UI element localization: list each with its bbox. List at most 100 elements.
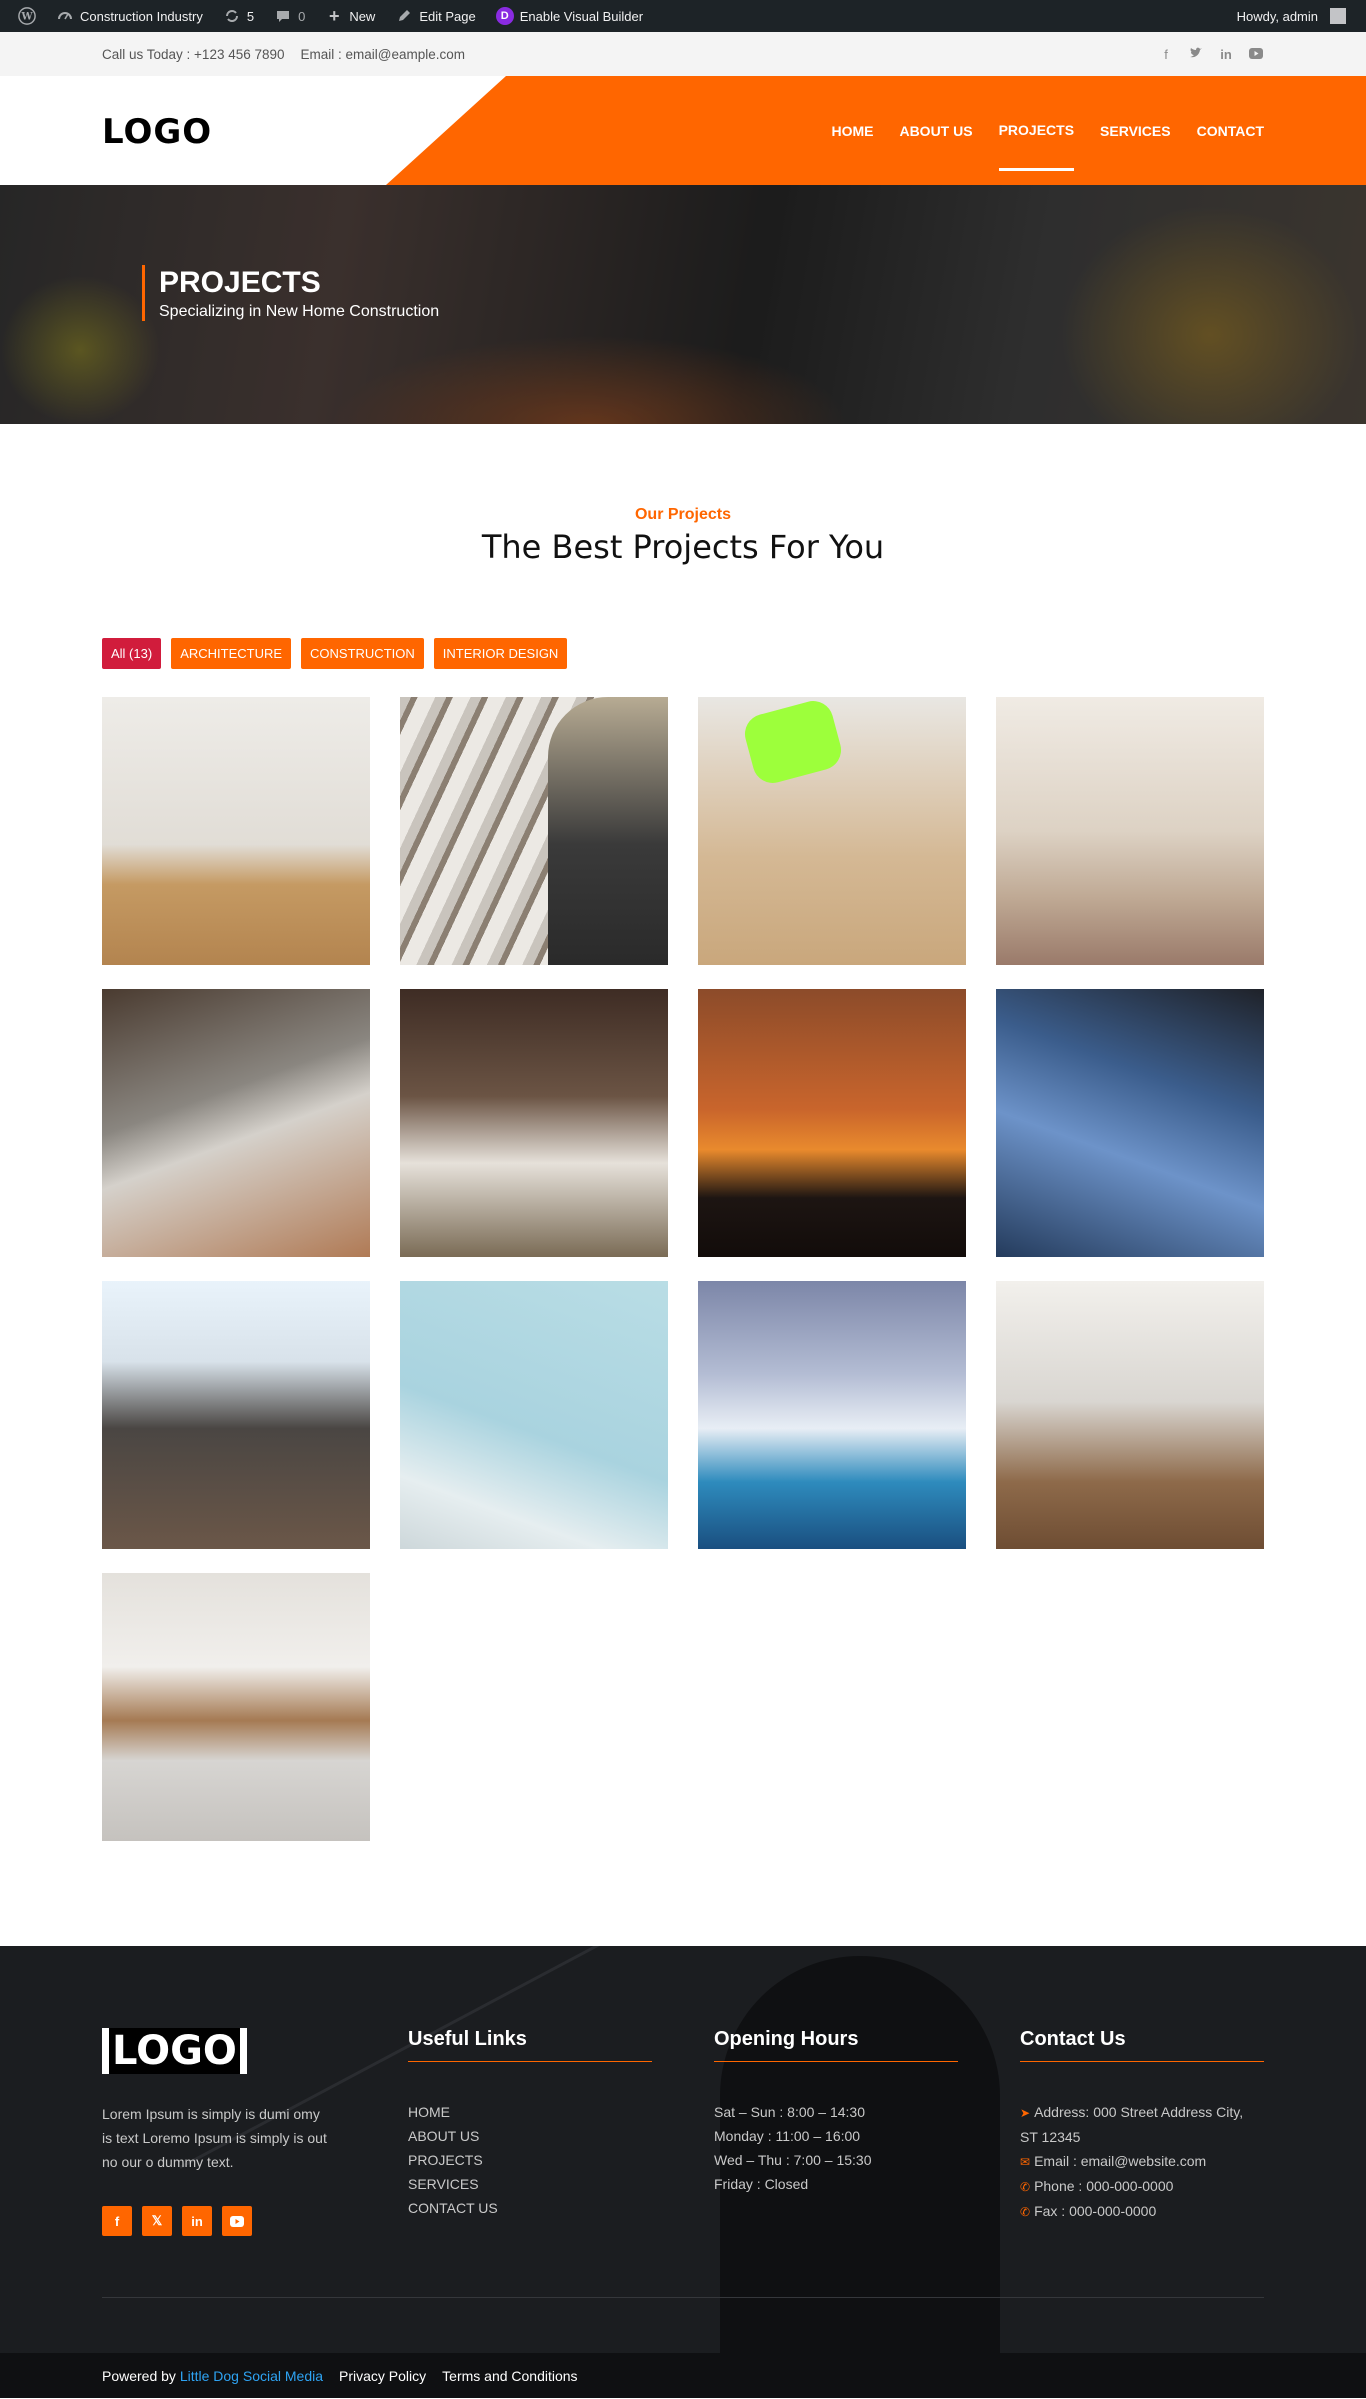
powered-by: Powered by Little Dog Social Media bbox=[102, 2368, 323, 2384]
useful-links-title: Useful Links bbox=[408, 2028, 652, 2062]
nav-about[interactable]: ABOUT US bbox=[899, 76, 972, 185]
filter-architecture[interactable]: ARCHITECTURE bbox=[171, 638, 292, 669]
nav-contact[interactable]: CONTACT bbox=[1197, 76, 1264, 185]
filter-all[interactable]: All (13) bbox=[102, 638, 162, 669]
divi-icon: D bbox=[495, 7, 514, 25]
site-header: LOGO HOME ABOUT US PROJECTS SERVICES CON… bbox=[0, 76, 1366, 185]
main-nav: HOME ABOUT US PROJECTS SERVICES CONTACT bbox=[831, 76, 1264, 185]
dashboard-icon bbox=[56, 7, 74, 25]
hero-title-box: PROJECTS Specializing in New Home Constr… bbox=[142, 265, 439, 321]
filter-construction[interactable]: CONSTRUCTION bbox=[301, 638, 424, 669]
privacy-policy-link[interactable]: Privacy Policy bbox=[339, 2368, 426, 2384]
footer-useful-links: Useful Links HOME ABOUT US PROJECTS SERV… bbox=[408, 2028, 714, 2236]
nav-projects[interactable]: PROJECTS bbox=[998, 76, 1075, 185]
powered-by-link[interactable]: Little Dog Social Media bbox=[180, 2368, 323, 2384]
hours-item: Monday : 11:00 – 16:00 bbox=[714, 2128, 861, 2144]
email-text: Email : email@eample.com bbox=[300, 46, 466, 62]
facebook-icon[interactable]: f bbox=[102, 2206, 132, 2236]
project-tile[interactable] bbox=[102, 1281, 370, 1549]
footer-link-home[interactable]: HOME bbox=[408, 2100, 714, 2124]
footer-link-contact[interactable]: CONTACT US bbox=[408, 2196, 714, 2220]
nav-services[interactable]: SERVICES bbox=[1100, 76, 1171, 185]
footer-link-services[interactable]: SERVICES bbox=[408, 2172, 714, 2196]
project-tile[interactable] bbox=[102, 697, 370, 965]
footer-about-text: Lorem Ipsum is simply is dumi omy is tex… bbox=[102, 2106, 327, 2170]
new-content-menu[interactable]: + New bbox=[315, 0, 385, 32]
contact-title: Contact Us bbox=[1020, 2028, 1264, 2062]
twitter-icon[interactable] bbox=[1188, 47, 1204, 62]
project-tile[interactable] bbox=[996, 697, 1264, 965]
footer-logo-text: LOGO bbox=[109, 2028, 240, 2074]
terms-link[interactable]: Terms and Conditions bbox=[442, 2368, 577, 2384]
greeting: Howdy, admin bbox=[1236, 8, 1318, 24]
hours-item: Wed – Thu : 7:00 – 15:30 bbox=[714, 2152, 872, 2168]
pencil-icon bbox=[395, 7, 413, 25]
contact-email-text: Email : email@website.com bbox=[1034, 2153, 1207, 2169]
project-tile[interactable] bbox=[996, 1281, 1264, 1549]
facebook-icon[interactable]: f bbox=[1158, 47, 1174, 62]
powered-by-prefix: Powered by bbox=[102, 2367, 176, 2384]
comments-menu[interactable]: 0 bbox=[264, 0, 315, 32]
contact-address: ➤ Address: 000 Street Address City, ST 12… bbox=[1020, 2100, 1264, 2149]
contact-email[interactable]: ✉ Email : email@website.com bbox=[1020, 2149, 1264, 2174]
contact-address-text: Address: 000 Street Address City, ST 123… bbox=[1020, 2104, 1244, 2145]
project-tile[interactable] bbox=[102, 989, 370, 1257]
linkedin-icon[interactable]: in bbox=[182, 2206, 212, 2236]
site-footer: LOGO Lorem Ipsum is simply is dumi omy i… bbox=[0, 1946, 1366, 2398]
contact-fax: ✆ Fax : 000-000-0000 bbox=[1020, 2199, 1264, 2224]
page-title: PROJECTS bbox=[159, 266, 321, 299]
project-tile[interactable] bbox=[698, 1281, 966, 1549]
site-name-menu[interactable]: Construction Industry bbox=[46, 0, 213, 32]
updates-icon bbox=[223, 7, 241, 25]
youtube-icon[interactable] bbox=[1248, 47, 1264, 62]
x-twitter-icon[interactable]: 𝕏 bbox=[142, 2206, 172, 2236]
page-subtitle: Specializing in New Home Construction bbox=[159, 303, 440, 320]
wordpress-logo-icon: W bbox=[18, 7, 36, 25]
youtube-icon[interactable] bbox=[222, 2206, 252, 2236]
contact-fax-text: Fax : 000-000-0000 bbox=[1034, 2203, 1157, 2219]
plus-icon: + bbox=[329, 5, 340, 26]
edit-page-link[interactable]: Edit Page bbox=[385, 0, 485, 32]
footer-opening-hours: Opening Hours Sat – Sun : 8:00 – 14:30 M… bbox=[714, 2028, 1020, 2236]
phone-icon: ✆ bbox=[1020, 2205, 1031, 2219]
footer-link-projects[interactable]: PROJECTS bbox=[408, 2148, 714, 2172]
section-eyebrow: Our Projects bbox=[634, 506, 732, 523]
filter-interior-design[interactable]: INTERIOR DESIGN bbox=[433, 638, 568, 669]
footer-bottom-bar: Powered by Little Dog Social Media Priva… bbox=[0, 2353, 1366, 2398]
site-logo[interactable]: LOGO bbox=[102, 112, 212, 152]
project-tile[interactable] bbox=[400, 989, 668, 1257]
footer-link-about[interactable]: ABOUT US bbox=[408, 2124, 714, 2148]
nav-home[interactable]: HOME bbox=[831, 76, 873, 185]
project-grid bbox=[0, 697, 1366, 1841]
project-tile[interactable] bbox=[698, 697, 966, 965]
hero-banner: PROJECTS Specializing in New Home Constr… bbox=[0, 185, 1366, 424]
location-arrow-icon: ➤ bbox=[1020, 2106, 1031, 2120]
project-tile[interactable] bbox=[996, 989, 1264, 1257]
new-label: New bbox=[349, 8, 376, 24]
projects-section-heading: Our Projects The Best Projects For You bbox=[0, 424, 1366, 566]
project-tile[interactable] bbox=[400, 697, 668, 965]
visual-builder-link[interactable]: D Enable Visual Builder bbox=[486, 0, 653, 32]
avatar bbox=[1330, 8, 1346, 24]
project-tile[interactable] bbox=[102, 1573, 370, 1841]
phone-text: Call us Today : +123 456 7890 bbox=[102, 46, 285, 62]
account-menu[interactable]: Howdy, admin bbox=[1227, 0, 1356, 32]
footer-divider bbox=[102, 2297, 1264, 2298]
project-tile[interactable] bbox=[400, 1281, 668, 1549]
updates-menu[interactable]: 5 bbox=[213, 0, 264, 32]
contact-phone-text: Phone : 000-000-0000 bbox=[1034, 2178, 1174, 2194]
hours-item: Friday : Closed bbox=[714, 2176, 809, 2192]
project-tile[interactable] bbox=[698, 989, 966, 1257]
footer-logo[interactable]: LOGO bbox=[102, 2028, 247, 2074]
admin-bar: W Construction Industry 5 0 + New Edit P… bbox=[0, 0, 1366, 32]
wordpress-menu[interactable]: W bbox=[8, 0, 46, 32]
contact-phone[interactable]: ✆ Phone : 000-000-0000 bbox=[1020, 2174, 1264, 2199]
footer-contact: Contact Us ➤ Address: 000 Street Address … bbox=[1020, 2028, 1264, 2236]
edit-page-label: Edit Page bbox=[419, 8, 476, 24]
comments-count: 0 bbox=[298, 8, 306, 24]
top-social-icons: f in bbox=[1158, 47, 1264, 62]
portfolio-filters: All (13) ARCHITECTURE CONSTRUCTION INTER… bbox=[0, 638, 1366, 669]
hours-item: Sat – Sun : 8:00 – 14:30 bbox=[714, 2104, 866, 2120]
linkedin-icon[interactable]: in bbox=[1218, 47, 1234, 62]
svg-text:W: W bbox=[20, 12, 33, 23]
